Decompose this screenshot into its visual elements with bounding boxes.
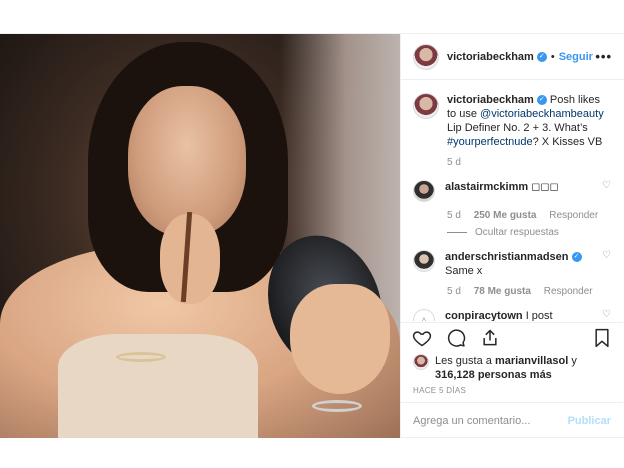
heart-icon[interactable] bbox=[411, 327, 433, 349]
author-username[interactable]: victoriabeckham bbox=[447, 51, 534, 63]
share-icon[interactable] bbox=[479, 327, 501, 349]
comment-username[interactable]: conpiracytown bbox=[445, 310, 523, 321]
caption-username[interactable]: victoriabeckham bbox=[447, 94, 534, 106]
comment-reply-button[interactable]: Responder bbox=[549, 210, 598, 221]
comment-avatar[interactable] bbox=[413, 250, 435, 272]
comment-item: alastairmckimm ◻◻◻ ♡ bbox=[413, 180, 611, 202]
photo-bracelet bbox=[116, 352, 166, 362]
caption-meta: 5 d bbox=[447, 157, 611, 168]
liker-username[interactable]: marianvillasol bbox=[495, 355, 568, 367]
comment-avatar[interactable] bbox=[413, 180, 435, 202]
comment-body: Same x bbox=[445, 265, 483, 277]
photo-watch bbox=[312, 400, 362, 412]
photo-top bbox=[58, 334, 258, 438]
comment-username[interactable]: anderschristianmadsen bbox=[445, 251, 569, 263]
comment-time: 5 d bbox=[447, 210, 461, 221]
hide-replies-button[interactable]: Ocultar respuestas bbox=[447, 227, 611, 238]
comment-body: I post bbox=[525, 310, 553, 321]
comment-text: anderschristianmadsen ✓ Same x bbox=[445, 250, 596, 278]
likes-prefix: Les gusta a bbox=[435, 355, 495, 367]
publish-button[interactable]: Publicar bbox=[568, 415, 611, 427]
bookmark-icon[interactable] bbox=[591, 327, 613, 349]
caption-mention-link[interactable]: @victoriabeckhambeauty bbox=[480, 108, 604, 120]
verified-badge-icon: ✓ bbox=[571, 252, 582, 263]
comment-likes[interactable]: 250 Me gusta bbox=[474, 210, 537, 221]
comment-likes[interactable]: 78 Me gusta bbox=[474, 286, 531, 297]
comment-time: 5 d bbox=[447, 286, 461, 297]
post-sidebar: victoriabeckham ✓ • Seguir ••• victoriab… bbox=[400, 34, 624, 438]
comment-like-heart-icon[interactable]: ♡ bbox=[602, 250, 611, 278]
follow-button[interactable]: Seguir bbox=[559, 51, 593, 63]
comment-meta: 5 d 250 Me gusta Responder bbox=[447, 210, 611, 221]
author-avatar[interactable] bbox=[413, 43, 439, 70]
caption-text: victoriabeckham ✓ Posh likes to use @vict… bbox=[447, 93, 611, 149]
reply-divider bbox=[447, 232, 467, 233]
caption-avatar[interactable] bbox=[413, 93, 439, 119]
caption-hashtag-link[interactable]: #yourperfectnude bbox=[447, 136, 533, 148]
comment-username[interactable]: alastairmckimm bbox=[445, 181, 528, 193]
comment-like-heart-icon[interactable]: ♡ bbox=[602, 309, 611, 321]
comment-reply-button[interactable]: Responder bbox=[544, 286, 593, 297]
more-options-icon[interactable]: ••• bbox=[595, 49, 612, 64]
instagram-post: victoriabeckham ✓ • Seguir ••• victoriab… bbox=[0, 33, 624, 438]
likes-middle: y bbox=[568, 355, 577, 367]
comment-text: conpiracytown I post bbox=[445, 309, 596, 321]
caption-time: 5 d bbox=[447, 157, 461, 168]
comment-item: △ conpiracytown I post ♡ bbox=[413, 309, 611, 321]
hide-replies-label: Ocultar respuestas bbox=[475, 227, 559, 238]
add-comment-input[interactable]: Agrega un comentario... bbox=[413, 415, 530, 427]
verified-badge-icon: ✓ bbox=[536, 51, 547, 62]
photo-hand bbox=[290, 284, 390, 394]
caption: victoriabeckham ✓ Posh likes to use @vict… bbox=[413, 93, 611, 149]
comment-avatar[interactable]: △ bbox=[413, 309, 435, 321]
comment-text: alastairmckimm ◻◻◻ bbox=[445, 180, 596, 202]
liker-avatar[interactable] bbox=[413, 354, 429, 370]
likes-summary: Les gusta a marianvillasol y 316,128 per… bbox=[413, 354, 618, 382]
caption-text-middle: Lip Definer No. 2 + 3. What’s bbox=[447, 122, 588, 134]
likes-count-link[interactable]: 316,128 personas más bbox=[435, 369, 552, 381]
comment-icon[interactable] bbox=[445, 327, 467, 349]
comment-item: anderschristianmadsen ✓ Same x ♡ bbox=[413, 250, 611, 278]
separator-dot: • bbox=[550, 50, 555, 63]
likes-text: Les gusta a marianvillasol y 316,128 per… bbox=[435, 354, 577, 382]
comment-body: ◻◻◻ bbox=[531, 181, 559, 193]
comments-section[interactable]: victoriabeckham ✓ Posh likes to use @vict… bbox=[401, 81, 623, 321]
comment-meta: 5 d 78 Me gusta Responder bbox=[447, 286, 611, 297]
verified-badge-icon: ✓ bbox=[536, 95, 547, 106]
post-photo[interactable] bbox=[0, 34, 400, 438]
caption-text-after: ? X Kisses VB bbox=[532, 136, 603, 148]
post-header: victoriabeckham ✓ • Seguir ••• bbox=[401, 34, 624, 80]
action-bar bbox=[401, 322, 623, 352]
post-timestamp[interactable]: HACE 5 DÍAS bbox=[413, 386, 466, 395]
add-comment-bar: Agrega un comentario... Publicar bbox=[401, 402, 623, 438]
comment-like-heart-icon[interactable]: ♡ bbox=[602, 180, 611, 202]
